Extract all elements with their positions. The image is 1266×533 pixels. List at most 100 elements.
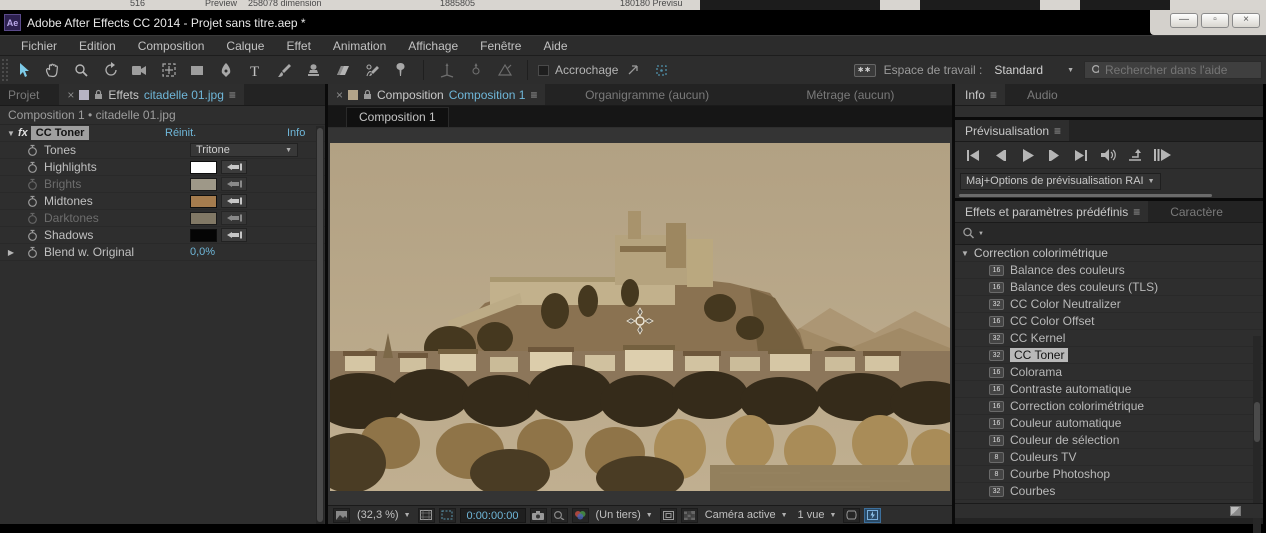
shape-tool[interactable]: [183, 58, 212, 82]
ram-preview-button[interactable]: [1152, 147, 1172, 163]
tab-footage[interactable]: Métrage (aucun): [749, 84, 952, 105]
effect-list-item[interactable]: 32 Courbes: [955, 483, 1263, 500]
color-swatch[interactable]: [190, 194, 217, 208]
workspace-icon[interactable]: ✱✱: [853, 63, 876, 77]
effect-list-item[interactable]: 32 CC Color Neutralizer: [955, 296, 1263, 313]
ram-preview-options-dropdown[interactable]: Maj+Options de prévisualisation RAI ▼: [960, 172, 1161, 190]
tab-preview[interactable]: Prévisualisation ≡: [955, 120, 1070, 141]
panel-menu-icon[interactable]: ≡: [990, 88, 997, 102]
effect-list-item[interactable]: 16 Colorama: [955, 364, 1263, 381]
snap-arrow-icon[interactable]: [618, 58, 647, 82]
first-frame-button[interactable]: [963, 147, 983, 163]
panel-menu-icon[interactable]: ≡: [229, 88, 236, 102]
selection-tool[interactable]: [9, 58, 38, 82]
workspace-dropdown[interactable]: Standard ▼: [994, 63, 1074, 77]
camera-dropdown[interactable]: Caméra active ▼: [702, 509, 791, 521]
effects-search-row[interactable]: ▼: [955, 223, 1263, 245]
info-link[interactable]: Info: [287, 127, 305, 139]
loop-button[interactable]: [1125, 147, 1145, 163]
expand-icon[interactable]: ▶: [4, 248, 18, 257]
effect-list-item[interactable]: 16 Contraste automatique: [955, 381, 1263, 398]
target-region-icon[interactable]: [659, 507, 677, 523]
region-of-interest-icon[interactable]: [438, 507, 456, 523]
rotation-tool[interactable]: [96, 58, 125, 82]
effect-list-item[interactable]: 16 Couleur automatique: [955, 415, 1263, 432]
menu-fentre[interactable]: Fenêtre: [469, 39, 532, 53]
help-search-box[interactable]: [1084, 61, 1262, 79]
stopwatch-icon[interactable]: [24, 195, 40, 208]
axis-world-icon[interactable]: [461, 58, 490, 82]
reset-link[interactable]: Réinit.: [165, 127, 196, 139]
snap-target-icon[interactable]: [647, 58, 676, 82]
effect-list-item[interactable]: 32 CC Toner: [955, 347, 1263, 364]
toolbar-grip[interactable]: [1, 58, 9, 82]
eyedropper-icon[interactable]: [221, 194, 247, 208]
stopwatch-icon[interactable]: [24, 161, 40, 174]
color-swatch[interactable]: [190, 177, 217, 191]
property-value[interactable]: 0,0%: [190, 246, 215, 258]
menu-affichage[interactable]: Affichage: [397, 39, 469, 53]
tab-composition[interactable]: × Composition Composition 1 ≡: [328, 84, 546, 105]
composition-viewer[interactable]: [328, 128, 952, 505]
snap-checkbox[interactable]: [538, 64, 549, 76]
transparency-grid-icon[interactable]: [680, 507, 698, 523]
tab-flowchart[interactable]: Organigramme (aucun): [545, 84, 748, 105]
clone-stamp-tool[interactable]: [299, 58, 328, 82]
views-dropdown[interactable]: 1 vue ▼: [795, 509, 840, 521]
pixel-aspect-icon[interactable]: [843, 507, 861, 523]
eyedropper-icon[interactable]: [221, 160, 247, 174]
panel-menu-icon[interactable]: ≡: [1133, 205, 1140, 219]
zoom-tool[interactable]: [67, 58, 96, 82]
close-icon[interactable]: ×: [336, 88, 343, 102]
effect-list-item[interactable]: 16 Correction colorimétrique: [955, 398, 1263, 415]
audio-button[interactable]: [1098, 147, 1118, 163]
timecode[interactable]: 0:00:00:00: [459, 507, 526, 523]
tab-effect-controls[interactable]: × Effets citadelle 01.jpg ≡: [59, 84, 244, 105]
color-swatch[interactable]: [190, 160, 217, 174]
panel-menu-icon[interactable]: ≡: [1054, 124, 1061, 138]
color-swatch[interactable]: [190, 228, 217, 242]
pen-tool[interactable]: [212, 58, 241, 82]
brush-tool[interactable]: [270, 58, 299, 82]
effect-list-item[interactable]: 16 Balance des couleurs (TLS): [955, 279, 1263, 296]
effect-list-item[interactable]: 8 Couleurs TV: [955, 449, 1263, 466]
text-tool[interactable]: T: [241, 58, 270, 82]
scrollbar-vertical[interactable]: [316, 126, 324, 524]
tab-effects-presets[interactable]: Effets et paramètres prédéfinis ≡: [955, 201, 1149, 222]
viewer-tab-composition-1[interactable]: Composition 1: [346, 107, 449, 127]
scrollbar-horizontal[interactable]: [955, 193, 1263, 198]
stopwatch-icon[interactable]: [24, 229, 40, 242]
effect-list-item[interactable]: 16 Couleur de sélection: [955, 432, 1263, 449]
pan-behind-tool[interactable]: [154, 58, 183, 82]
hand-tool[interactable]: [38, 58, 67, 82]
help-search-input[interactable]: [1105, 63, 1255, 77]
tones-dropdown[interactable]: Tritone ▼: [190, 143, 298, 157]
always-preview-icon[interactable]: [333, 507, 350, 523]
menu-animation[interactable]: Animation: [322, 39, 397, 53]
snapshot-camera-icon[interactable]: [529, 507, 547, 523]
search-options-icon[interactable]: ▼: [978, 231, 984, 237]
collapse-icon[interactable]: ▼: [4, 129, 18, 138]
effect-list-item[interactable]: 16 Balance des couleurs: [955, 262, 1263, 279]
effect-header-row[interactable]: ▼ fx CC Toner Réinit. Info: [0, 125, 325, 142]
magnification-dropdown[interactable]: (32,3 %) ▼: [354, 509, 414, 521]
eyedropper-icon[interactable]: [221, 211, 247, 225]
tab-audio[interactable]: Audio: [1019, 84, 1066, 105]
menu-fichier[interactable]: Fichier: [10, 39, 68, 53]
menu-effet[interactable]: Effet: [275, 39, 321, 53]
safe-margins-icon[interactable]: [417, 507, 435, 523]
minimize-button[interactable]: —: [1170, 13, 1198, 28]
panel-menu-icon[interactable]: ≡: [530, 88, 537, 102]
close-button[interactable]: ×: [1232, 13, 1260, 28]
menu-aide[interactable]: Aide: [532, 39, 578, 53]
camera-tool[interactable]: [125, 58, 154, 82]
resolution-dropdown[interactable]: (Un tiers) ▼: [593, 509, 656, 521]
axis-local-icon[interactable]: [432, 58, 461, 82]
eyedropper-icon[interactable]: [221, 177, 247, 191]
channels-icon[interactable]: [571, 507, 589, 523]
tab-character[interactable]: Caractère: [1162, 201, 1231, 222]
effect-list-item[interactable]: 16 CC Color Offset: [955, 313, 1263, 330]
menu-composition[interactable]: Composition: [127, 39, 216, 53]
menu-calque[interactable]: Calque: [215, 39, 275, 53]
collapse-icon[interactable]: ▼: [961, 249, 969, 258]
